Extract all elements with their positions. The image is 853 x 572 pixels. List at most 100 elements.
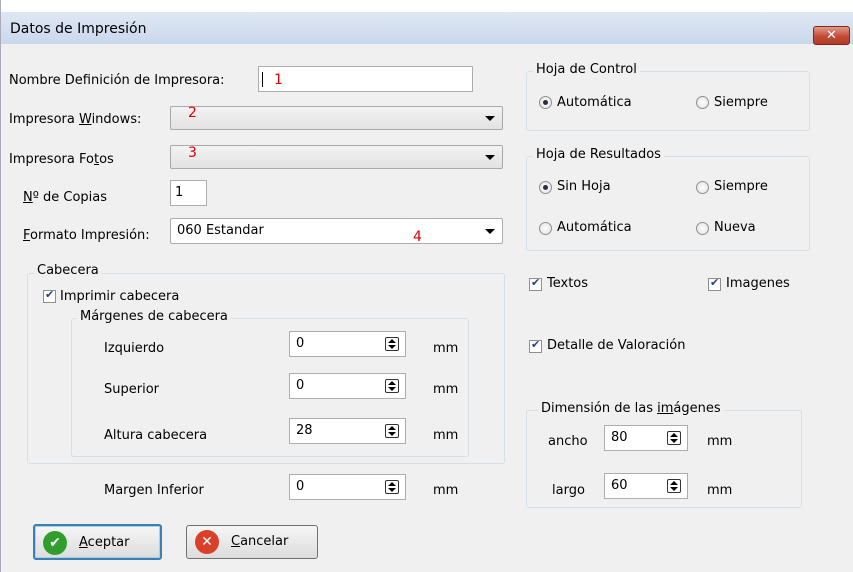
cabecera-title: Cabecera (34, 263, 102, 278)
cancelar-label: Cancelar (231, 534, 288, 549)
unit-label: mm (433, 382, 459, 397)
label-mnemonic: W (78, 112, 92, 127)
radio-automatica[interactable] (539, 96, 552, 109)
unit-label: mm (707, 434, 733, 449)
annotation-4: 4 (413, 229, 422, 245)
cancelar-button[interactable]: ✕ Cancelar (186, 525, 318, 559)
unit-label: mm (433, 483, 459, 498)
radio-automatica-resultados-label: Automática (557, 220, 632, 235)
spinner-icon[interactable] (667, 479, 681, 493)
annotation-3: 3 (188, 145, 197, 161)
radio-nueva[interactable] (696, 222, 709, 235)
label-part: ancelar (240, 534, 289, 549)
copias-input[interactable]: 1 (170, 180, 207, 206)
detalle-label: Detalle de Valoración (547, 338, 686, 353)
detalle-checkbox[interactable] (529, 338, 542, 353)
close-icon: ✕ (826, 28, 837, 43)
copias-value: 1 (175, 185, 184, 200)
label-part: Impresora (9, 112, 79, 127)
label-part: Impresora Fo (9, 152, 94, 167)
title-bar[interactable]: Datos de Impresión ✕ (1, 12, 853, 45)
label-part: os (99, 152, 114, 167)
aceptar-label: Aceptar (79, 535, 129, 550)
label-mnemonic: F (23, 228, 31, 243)
margen-inferior-value: 0 (296, 479, 305, 494)
spinner-icon[interactable] (385, 480, 399, 494)
formato-select[interactable]: 060 Estandar (170, 218, 503, 244)
ancho-label: ancho (548, 434, 588, 449)
text-caret (262, 72, 263, 87)
nombre-definicion-label: Nombre Definición de Impresora: (9, 73, 225, 88)
radio-sin-hoja[interactable] (539, 181, 552, 194)
radio-automatica-label: Automática (557, 95, 632, 110)
formato-label: Formato Impresión: (23, 228, 150, 243)
close-button[interactable]: ✕ (813, 26, 850, 45)
label-part: ormato Impresión: (30, 228, 150, 243)
dialog-window: Datos de Impresión ✕ Nombre Definición d… (0, 0, 853, 572)
window-title: Datos de Impresión (10, 21, 147, 37)
margenes-title: Márgenes de cabecera (77, 309, 231, 324)
unit-label: mm (433, 428, 459, 443)
radio-siempre[interactable] (696, 96, 709, 109)
izquierdo-stepper[interactable]: 0 (289, 331, 406, 357)
chevron-down-icon (485, 155, 495, 160)
superior-label: Superior (104, 382, 159, 397)
largo-stepper[interactable]: 60 (604, 473, 688, 499)
spinner-icon[interactable] (385, 337, 399, 351)
cancel-icon: ✕ (195, 530, 219, 554)
label-part: ceptar (87, 535, 130, 550)
largo-value: 60 (611, 478, 628, 493)
izquierdo-value: 0 (296, 336, 305, 351)
ancho-value: 80 (611, 430, 628, 445)
label-mnemonic: N (23, 190, 33, 205)
impresora-fotos-select[interactable] (170, 145, 503, 169)
ancho-stepper[interactable]: 80 (604, 425, 688, 451)
textos-label: Textos (547, 276, 589, 291)
superior-value: 0 (296, 378, 305, 393)
radio-nueva-label: Nueva (714, 220, 756, 235)
impresora-windows-label: Impresora Windows: (9, 112, 141, 127)
impresora-fotos-label: Impresora Fotos (9, 152, 114, 167)
altura-label: Altura cabecera (104, 428, 208, 443)
superior-stepper[interactable]: 0 (289, 373, 406, 399)
radio-siempre-resultados[interactable] (696, 181, 709, 194)
margen-inferior-stepper[interactable]: 0 (289, 474, 406, 500)
check-icon: ✔ (43, 531, 67, 555)
chevron-down-icon (485, 116, 495, 121)
aceptar-button[interactable]: ✔ Aceptar (33, 524, 162, 560)
label-part: ágenes (673, 401, 721, 416)
radio-siempre-resultados-label: Siempre (714, 179, 768, 194)
imagenes-label: Imagenes (726, 276, 790, 291)
margen-inferior-label: Margen Inferior (104, 483, 204, 498)
formato-value: 060 Estandar (177, 223, 264, 238)
label-mnemonic: A (79, 535, 88, 550)
spinner-icon[interactable] (385, 424, 399, 438)
radio-automatica-resultados[interactable] (539, 222, 552, 235)
annotation-1: 1 (274, 72, 283, 88)
radio-siempre-label: Siempre (714, 95, 768, 110)
spinner-icon[interactable] (667, 431, 681, 445)
label-mnemonic: im (657, 401, 674, 416)
label-mnemonic: C (231, 534, 241, 549)
label-part: Dimensión de las (541, 401, 658, 416)
desktop-strip (1, 0, 853, 12)
imprimir-cabecera-label: Imprimir cabecera (60, 289, 180, 304)
largo-label: largo (552, 483, 585, 498)
altura-value: 28 (296, 423, 313, 438)
annotation-2: 2 (188, 105, 197, 121)
label-part: º de Copias (32, 190, 108, 205)
unit-label: mm (707, 483, 733, 498)
nombre-definicion-input[interactable] (258, 66, 473, 92)
chevron-down-icon (485, 229, 495, 234)
hoja-resultados-group (526, 156, 810, 251)
dimension-title: Dimensión de las imágenes (538, 401, 724, 416)
imagenes-checkbox[interactable] (708, 276, 721, 291)
altura-stepper[interactable]: 28 (289, 418, 406, 444)
textos-checkbox[interactable] (529, 276, 542, 291)
spinner-icon[interactable] (385, 379, 399, 393)
label-part: indows: (91, 112, 142, 127)
hoja-control-title: Hoja de Control (533, 62, 640, 77)
impresora-windows-select[interactable] (170, 106, 503, 130)
izquierdo-label: Izquierdo (104, 341, 165, 356)
imprimir-cabecera-checkbox[interactable] (43, 288, 56, 303)
